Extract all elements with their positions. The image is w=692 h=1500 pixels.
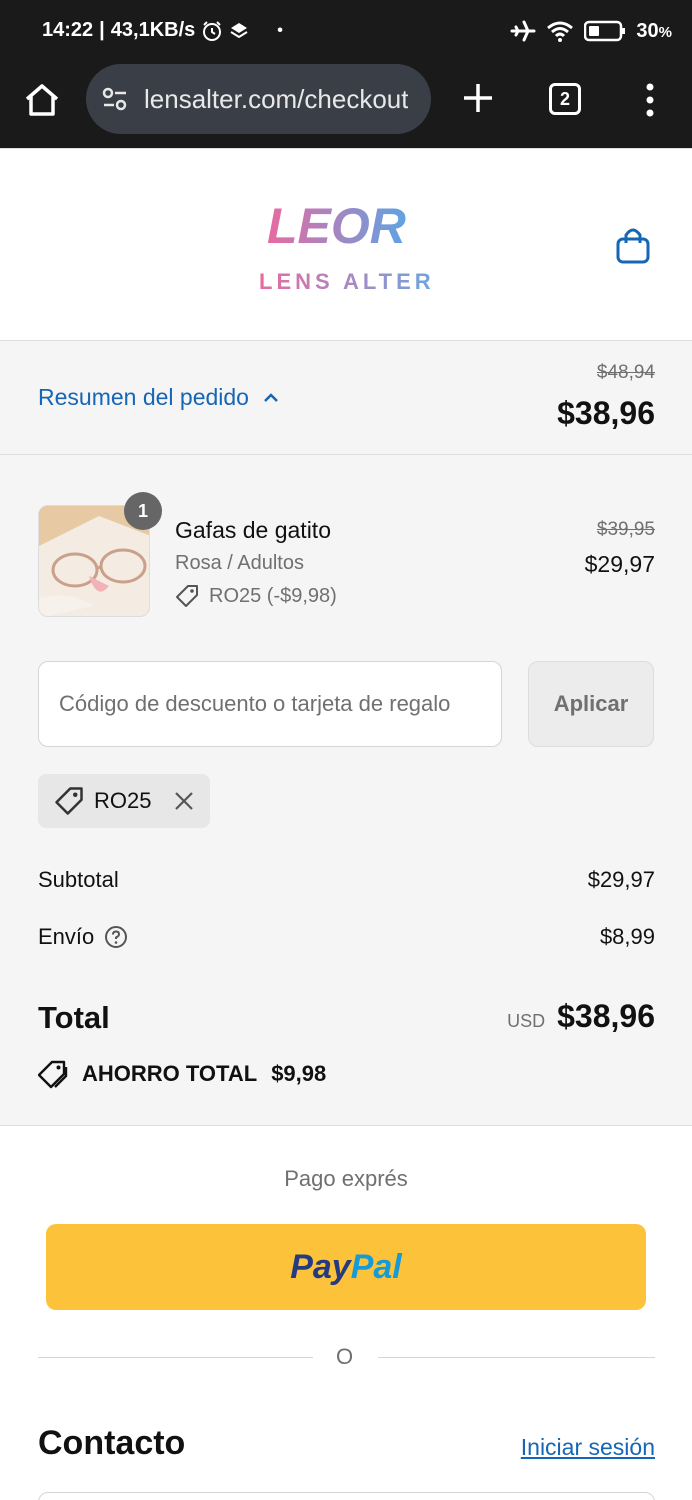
airplane-mode-icon — [510, 20, 536, 42]
divider-right — [378, 1357, 655, 1358]
status-separator: | — [99, 19, 105, 41]
brand-name: LENS ALTER — [259, 269, 439, 295]
contact-heading: Contacto — [38, 1424, 186, 1462]
tag-icon — [55, 787, 83, 815]
summary-original-total: $48,94 — [596, 362, 655, 383]
subtotal-value: $29,97 — [587, 867, 655, 892]
browser-toolbar: lensalter.com/checkout 2 — [0, 60, 692, 148]
subtotal-row: Subtotal $29,97 — [38, 867, 655, 893]
store-header: LEOR LENS ALTER — [0, 148, 692, 340]
home-icon[interactable] — [22, 80, 62, 120]
divider-or: O — [336, 1344, 354, 1369]
url-text[interactable]: lensalter.com/checkout — [144, 84, 408, 115]
total-amount-group: USD $38,96 — [507, 998, 655, 1035]
status-left: 14:22 | 43,1KB/s • — [42, 19, 283, 42]
savings-label: AHORRO TOTAL — [82, 1061, 258, 1086]
shipping-value: $8,99 — [599, 924, 655, 949]
svg-text:LEOR: LEOR — [267, 198, 406, 253]
paypal-logo-pay: Pay — [290, 1247, 351, 1286]
product-variant: Rosa / Adultos — [175, 552, 304, 574]
notification-dot: • — [277, 21, 283, 39]
subtotal-label: Subtotal — [38, 867, 119, 892]
battery-icon — [584, 20, 626, 42]
store-logo[interactable]: LEOR LENS ALTER — [255, 197, 435, 297]
order-summary-text[interactable]: Resumen del pedido — [38, 384, 249, 411]
new-tab-icon[interactable] — [460, 80, 496, 116]
tag-icon — [176, 585, 198, 607]
discount-code-input[interactable] — [38, 661, 502, 747]
quantity-badge: 1 — [124, 492, 162, 530]
total-savings: AHORRO TOTAL $9,98 — [38, 1059, 326, 1089]
paypal-button[interactable]: Pay Pal — [46, 1224, 646, 1310]
shipping-label: Envío — [38, 924, 95, 949]
total-currency: USD — [507, 1011, 546, 1031]
alarm-icon — [203, 20, 222, 41]
total-amount: $38,96 — [557, 998, 655, 1034]
logo-mark: LEOR — [267, 198, 406, 254]
applied-discount-code: RO25 — [94, 788, 152, 813]
order-summary: 1 Gafas de gatito Rosa / Adultos RO25 (-… — [0, 455, 692, 1126]
more-menu-icon[interactable] — [640, 80, 660, 120]
shipping-label-group: Envío — [38, 924, 128, 950]
apply-discount-button[interactable]: Aplicar — [528, 661, 654, 747]
layers-icon — [230, 22, 248, 38]
battery-level: 30% — [636, 19, 672, 42]
status-right: 30% — [510, 19, 672, 43]
login-link[interactable]: Iniciar sesión — [521, 1434, 655, 1461]
order-summary-toggle[interactable]: Resumen del pedido $48,94 $38,96 — [0, 340, 692, 455]
order-summary-label[interactable]: Resumen del pedido — [38, 384, 279, 411]
status-time: 14:22 — [42, 19, 94, 41]
status-bar: 14:22 | 43,1KB/s • 30% — [0, 0, 692, 60]
shipping-row: Envío $8,99 — [38, 924, 655, 950]
product-original-price: $39,95 — [596, 519, 655, 540]
chevron-up-icon[interactable] — [263, 392, 279, 404]
divider-left — [38, 1357, 313, 1358]
tags-icon — [38, 1060, 68, 1089]
product-discount: RO25 (-$9,98) — [175, 584, 337, 608]
site-settings-icon[interactable] — [100, 84, 130, 114]
total-label: Total — [38, 1000, 110, 1035]
paypal-logo-pal: Pal — [350, 1247, 402, 1286]
product-discount-text: RO25 (-$9,98) — [209, 584, 337, 607]
summary-total: $38,96 — [557, 395, 655, 431]
help-icon[interactable] — [104, 925, 128, 949]
express-checkout-label: Pago exprés — [284, 1166, 408, 1191]
applied-discount-chip: RO25 — [38, 774, 210, 828]
remove-discount-icon[interactable] — [173, 790, 195, 812]
shopping-bag-icon[interactable] — [614, 225, 652, 265]
product-title: Gafas de gatito — [175, 517, 331, 543]
tab-switcher-button[interactable]: 2 — [549, 83, 581, 115]
product-price: $29,97 — [584, 551, 655, 577]
address-bar[interactable]: lensalter.com/checkout — [86, 64, 431, 134]
email-field[interactable] — [38, 1492, 655, 1500]
savings-value: $9,98 — [271, 1061, 327, 1086]
wifi-icon — [547, 21, 574, 42]
status-network-speed: 43,1KB/s — [110, 19, 196, 41]
